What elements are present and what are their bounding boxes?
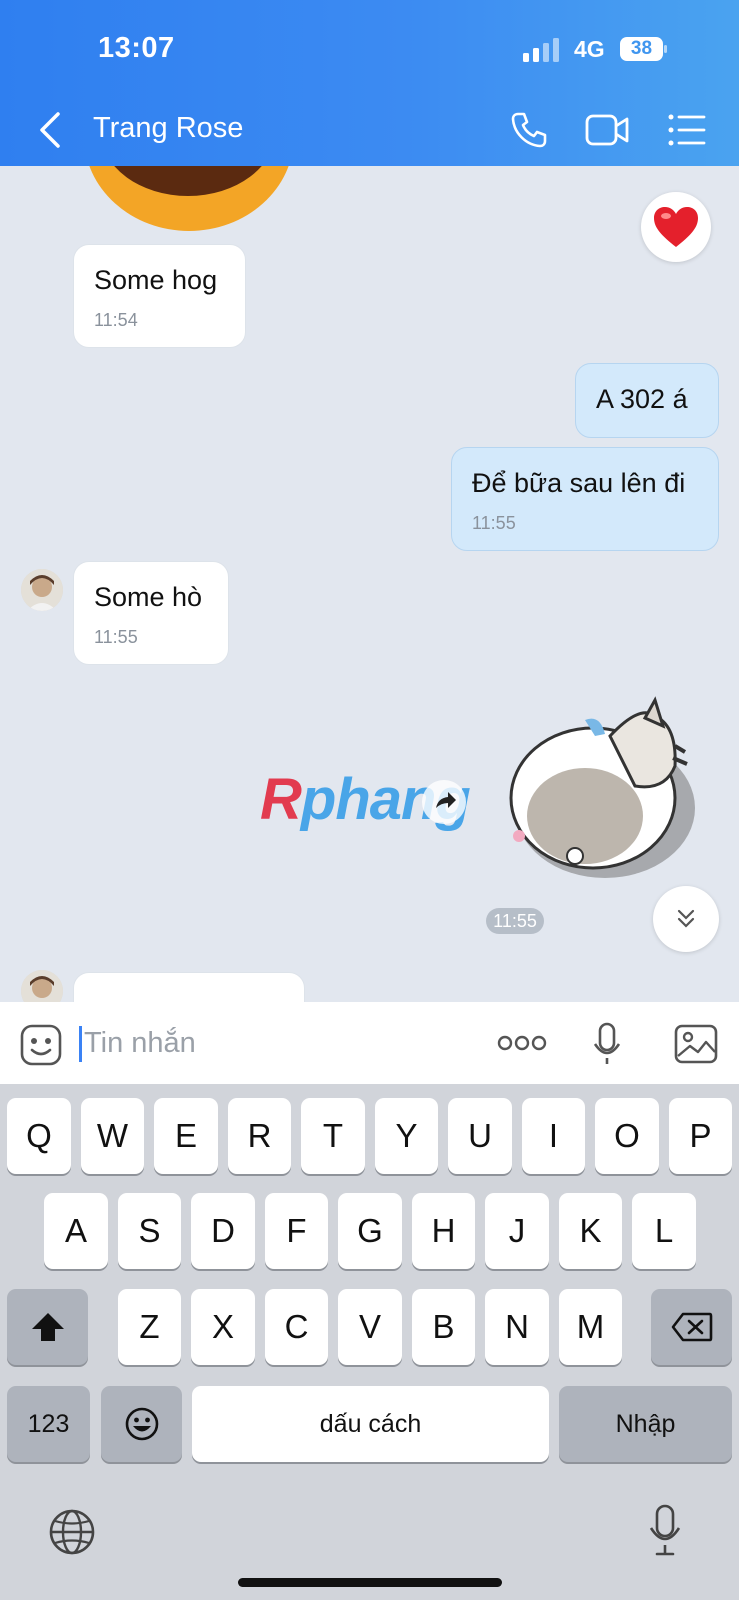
cat-sticker[interactable] [505,696,705,881]
heart-reaction-button[interactable] [641,192,711,262]
status-time: 13:07 [98,32,175,64]
key-q[interactable]: Q [7,1098,71,1174]
avatar-image [21,970,63,1002]
key-r[interactable]: R [228,1098,291,1174]
key-t[interactable]: T [301,1098,365,1174]
dictation-mic-icon[interactable] [648,1504,682,1556]
sticker-time: 11:55 [486,908,544,934]
message-list[interactable]: Some hog 11:54 A 302 á Để bữa sau lên đi… [0,166,739,1002]
shift-key[interactable] [7,1289,88,1365]
back-icon[interactable] [34,110,68,150]
more-options-icon[interactable] [497,1032,547,1054]
key-a[interactable]: A [44,1193,108,1269]
message-composer [0,1002,739,1084]
message-time: 11:55 [94,627,138,647]
key-b[interactable]: B [412,1289,475,1365]
space-key[interactable]: dấu cách [192,1386,549,1462]
video-camera-icon[interactable] [585,112,629,148]
message-text: Some hog [94,265,218,295]
scroll-to-bottom-button[interactable] [653,886,719,952]
message-bubble-incoming[interactable]: Some hog 11:54 [73,244,246,348]
key-o[interactable]: O [595,1098,659,1174]
share-icon[interactable] [420,778,468,826]
backspace-key[interactable] [651,1289,732,1365]
battery-icon: 38 [620,37,668,61]
list-menu-icon[interactable] [668,113,706,147]
double-chevron-down-icon [677,909,695,928]
text-caret [79,1026,82,1062]
key-l[interactable]: L [632,1193,696,1269]
voice-message-icon[interactable] [592,1022,622,1066]
emoji-icon [125,1407,158,1441]
battery-level: 38 [630,38,653,59]
message-input[interactable] [84,1022,474,1064]
key-j[interactable]: J [485,1193,549,1269]
network-type: 4G [574,36,605,62]
avatar[interactable] [21,970,63,1002]
key-e[interactable]: E [154,1098,218,1174]
heart-icon [654,207,698,247]
message-text: Để bữa sau lên đi [472,468,686,498]
key-h[interactable]: H [412,1193,475,1269]
key-i[interactable]: I [522,1098,585,1174]
avatar-image [21,569,63,611]
key-k[interactable]: K [559,1193,622,1269]
backspace-icon [671,1312,712,1342]
contact-name[interactable]: Trang Rose [93,112,243,145]
key-c[interactable]: C [265,1289,328,1365]
key-x[interactable]: X [191,1289,255,1365]
chat-header: 13:07 4G 38 Trang Rose [0,0,739,166]
key-n[interactable]: N [485,1289,549,1365]
key-s[interactable]: S [118,1193,181,1269]
globe-icon[interactable] [48,1508,96,1556]
key-d[interactable]: D [191,1193,255,1269]
phone-icon[interactable] [510,111,548,149]
key-y[interactable]: Y [375,1098,438,1174]
key-u[interactable]: U [448,1098,512,1174]
message-text: Some hò [94,582,203,612]
image-picker-icon[interactable] [674,1024,718,1064]
key-v[interactable]: V [338,1289,402,1365]
key-w[interactable]: W [81,1098,144,1174]
key-m[interactable]: M [559,1289,622,1365]
key-g[interactable]: G [338,1193,402,1269]
message-bubble-incoming[interactable]: Some hò 11:55 [73,561,229,665]
message-bubble-outgoing[interactable]: A 302 á [575,363,719,438]
emoji-key[interactable] [101,1386,182,1462]
shift-arrow-icon [31,1313,64,1341]
key-p[interactable]: P [669,1098,732,1174]
message-time: 11:54 [94,310,138,330]
return-key[interactable]: Nhập [559,1386,732,1462]
message-bubble-outgoing[interactable]: Để bữa sau lên đi 11:55 [451,447,719,551]
avatar[interactable] [21,569,63,611]
message-text: A 302 á [596,384,688,414]
numbers-key[interactable]: 123 [7,1386,90,1462]
key-z[interactable]: Z [118,1289,181,1365]
cellular-signal-icon [523,38,559,62]
message-bubble-incoming-partial[interactable] [73,972,305,1002]
home-indicator[interactable] [238,1578,502,1587]
message-time: 11:55 [472,513,516,533]
smiley-sticker[interactable] [84,166,294,236]
key-f[interactable]: F [265,1193,328,1269]
sticker-icon[interactable] [20,1024,62,1066]
